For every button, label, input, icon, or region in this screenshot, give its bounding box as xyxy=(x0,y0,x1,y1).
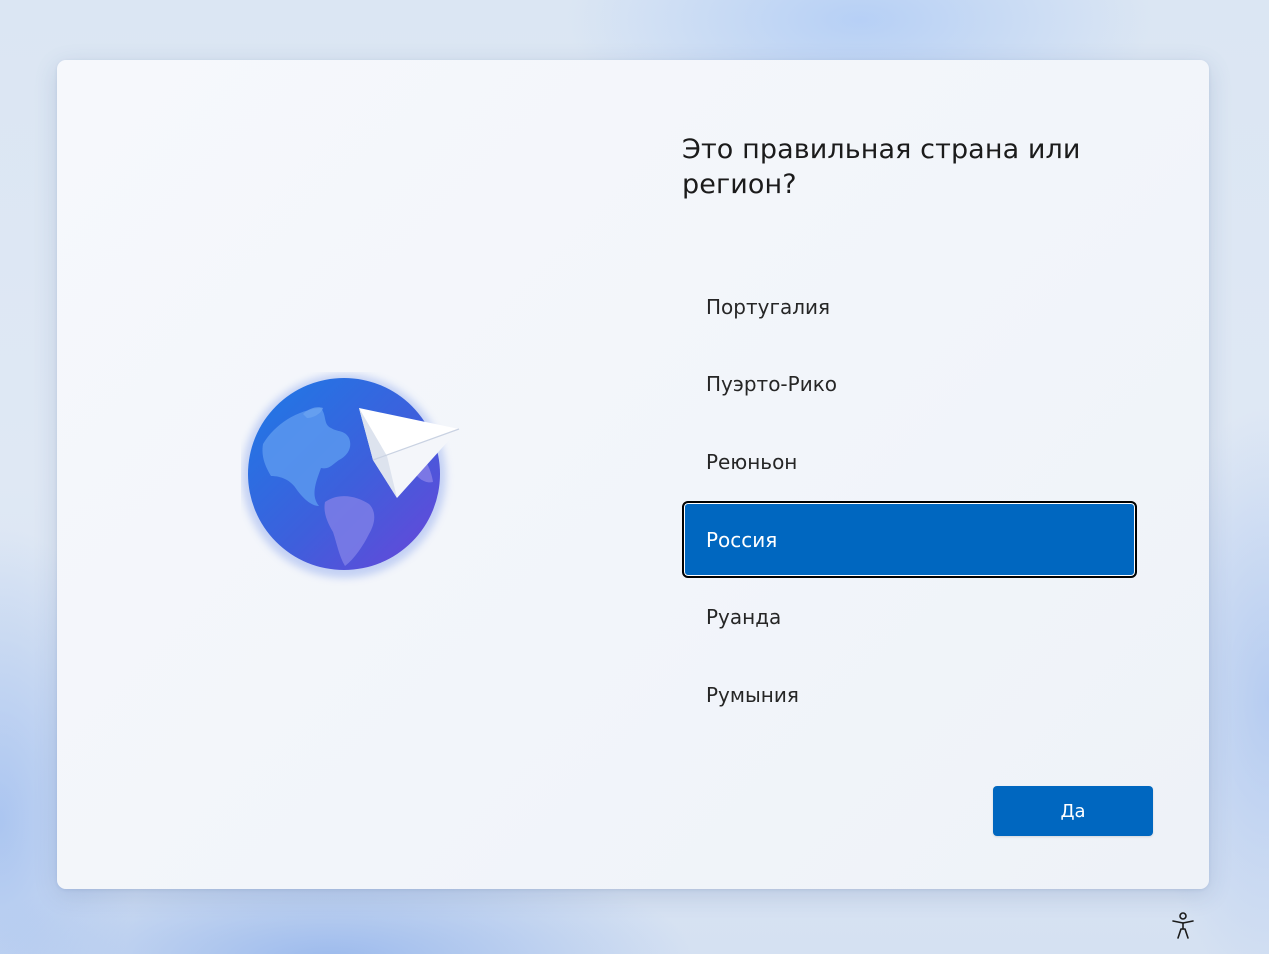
accessibility-icon[interactable] xyxy=(1169,911,1197,941)
page-title: Это правильная страна или регион? xyxy=(682,134,1081,200)
yes-button[interactable]: Да xyxy=(993,786,1153,836)
oobe-card: Это правильная страна или регион? Португ… xyxy=(57,60,1209,889)
list-item[interactable]: Румыния xyxy=(682,656,1137,734)
list-item[interactable]: Руанда xyxy=(682,578,1137,656)
country-list[interactable]: Португалия Пуэрто-Рико Реюньон Россия Ру… xyxy=(682,268,1137,734)
list-item[interactable]: Пуэрто-Рико xyxy=(682,346,1137,424)
list-item[interactable]: Португалия xyxy=(682,268,1137,346)
globe-paper-plane-icon xyxy=(241,372,461,592)
list-item[interactable]: Реюньон xyxy=(682,423,1137,501)
list-item-selected[interactable]: Россия xyxy=(682,500,1137,579)
